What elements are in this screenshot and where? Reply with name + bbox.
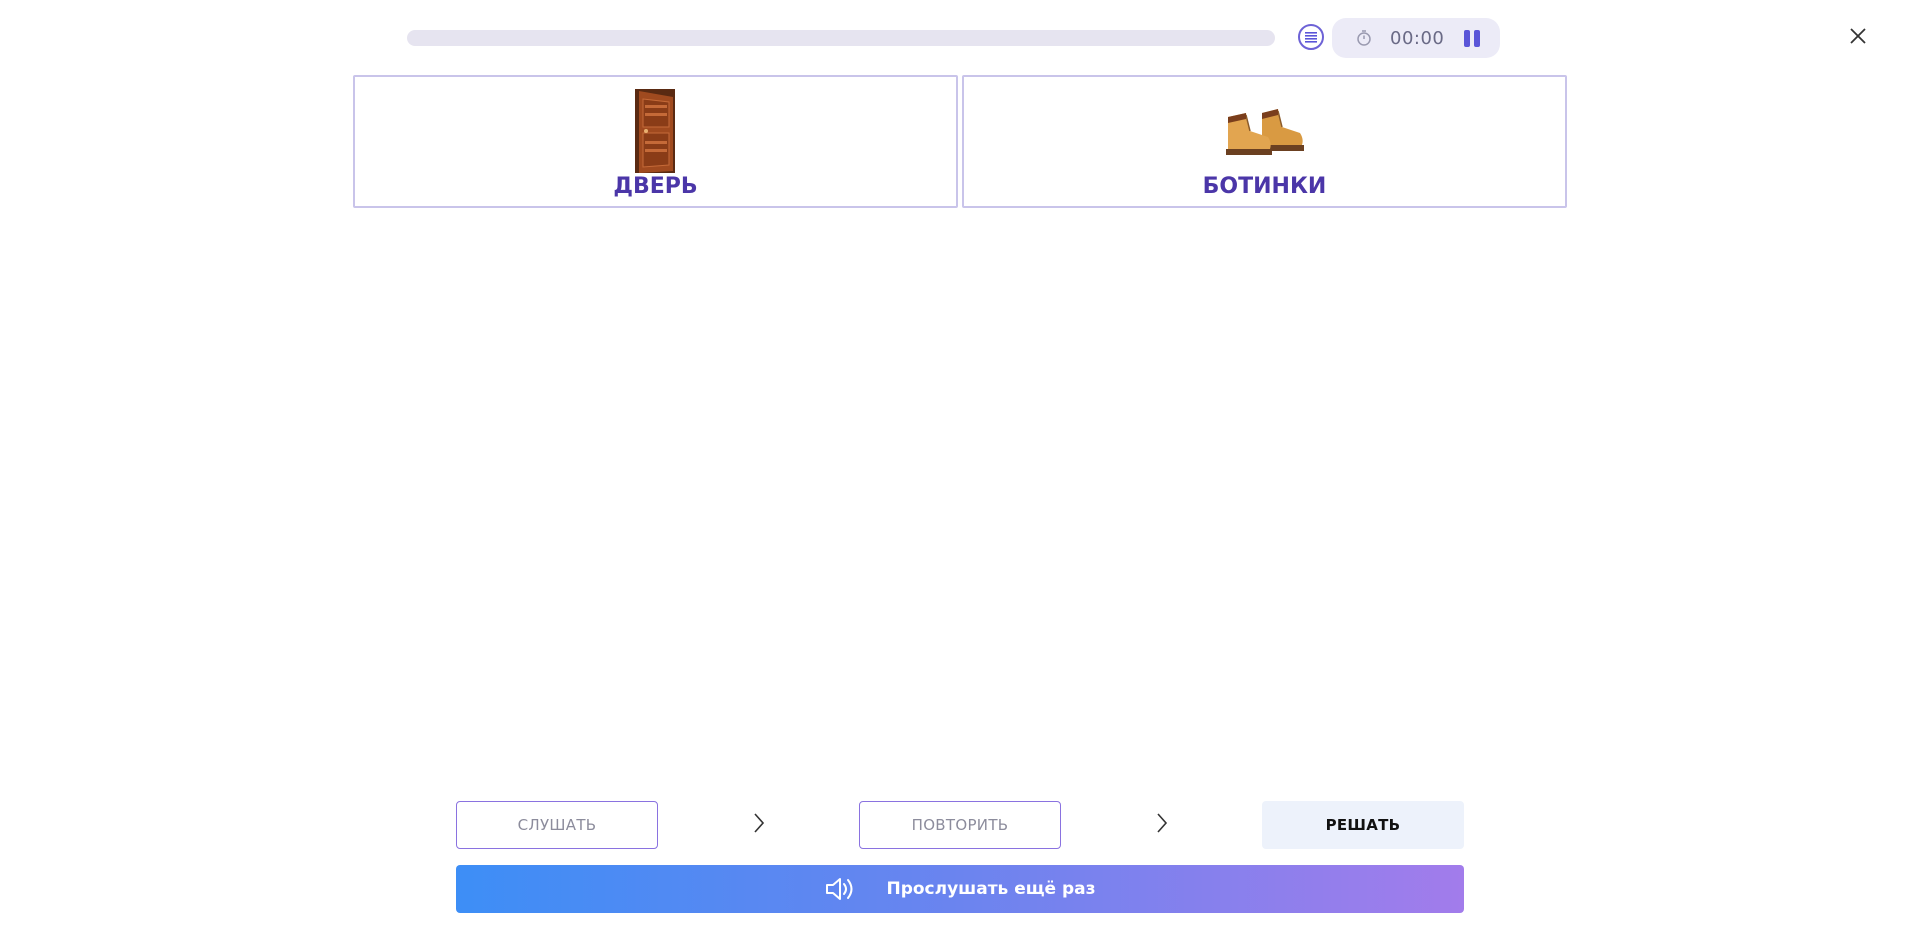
listen-again-button[interactable]: Прослушать ещё раз xyxy=(456,865,1464,913)
listen-again-label: Прослушать ещё раз xyxy=(886,879,1096,899)
repeat-step-button[interactable]: ПОВТОРИТЬ xyxy=(859,801,1061,849)
boots-icon xyxy=(1225,109,1304,155)
answer-card-door[interactable]: ДВЕРЬ xyxy=(353,75,958,208)
close-icon[interactable] xyxy=(1846,24,1870,48)
solve-step-button[interactable]: РЕШАТЬ xyxy=(1262,801,1464,849)
progress-bar xyxy=(407,30,1275,46)
timer: 00:00 xyxy=(1332,18,1500,58)
door-icon xyxy=(634,89,675,173)
list-icon xyxy=(1305,32,1317,43)
pause-button[interactable] xyxy=(1464,29,1481,47)
chevron-right-icon xyxy=(1157,813,1168,833)
chevron-right-icon xyxy=(754,813,765,833)
stopwatch-icon xyxy=(1354,28,1374,48)
task-screen: 00:00 ДВЕРЬ БОТИНКИ СЛУШАТЬ ПОВТОРИТЬ РЕ… xyxy=(0,0,1920,941)
card-label: ДВЕРЬ xyxy=(613,174,698,199)
listen-step-button[interactable]: СЛУШАТЬ xyxy=(456,801,658,849)
task-list-button[interactable] xyxy=(1298,24,1324,50)
pause-icon xyxy=(1464,29,1471,47)
card-label: БОТИНКИ xyxy=(1202,174,1327,199)
timer-value: 00:00 xyxy=(1390,27,1445,49)
answer-card-boots[interactable]: БОТИНКИ xyxy=(962,75,1567,208)
speaker-icon xyxy=(826,878,853,900)
